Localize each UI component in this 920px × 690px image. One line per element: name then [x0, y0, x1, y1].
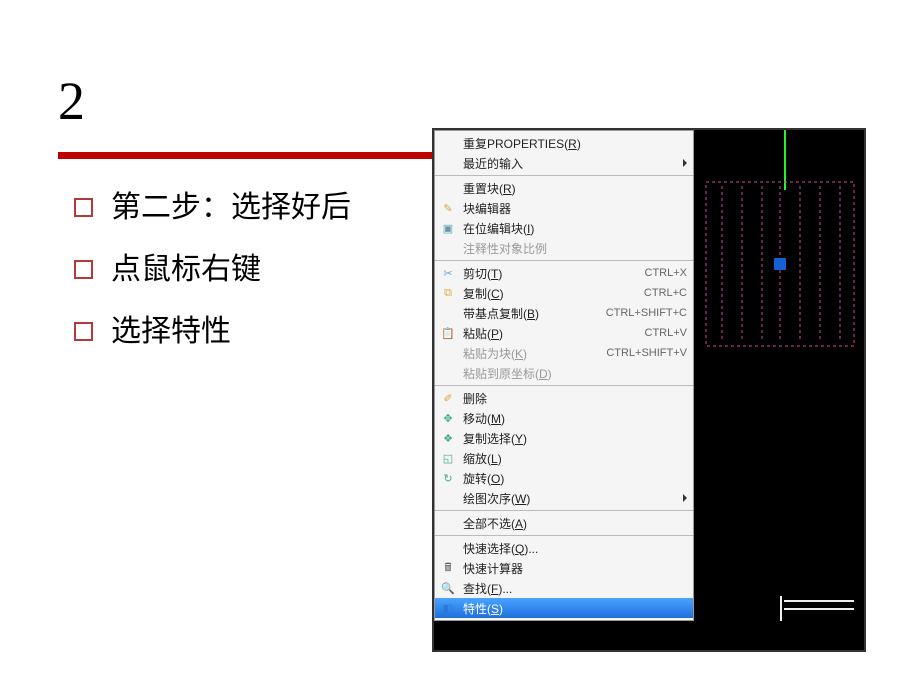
block-edit-icon: ▣	[439, 220, 457, 236]
menu-item-rotate[interactable]: ↻ 旋转(O)	[435, 468, 693, 488]
menu-item-paste-to-original: 粘贴到原坐标(D)	[435, 363, 693, 383]
menu-label: 最近的输入	[463, 155, 687, 172]
menu-item-copy-selection[interactable]: ❖ 复制选择(Y)	[435, 428, 693, 448]
slide-title: 2	[58, 70, 85, 132]
menu-item-delete[interactable]: ✐ 删除	[435, 388, 693, 408]
drawing-lines-bottom	[784, 600, 854, 640]
bullet-marker-icon	[74, 322, 93, 341]
menu-label: 全部不选(A)	[463, 515, 687, 532]
bullet-item: 第二步：选择好后	[74, 182, 351, 226]
copy-selection-icon: ❖	[439, 430, 457, 446]
menu-label: 粘贴为块(K)	[463, 345, 606, 362]
bullet-text: 第二步：选择好后	[111, 182, 351, 226]
calculator-icon: 🖩	[439, 560, 457, 576]
menu-item-find[interactable]: 🔍 查找(F)...	[435, 578, 693, 598]
menu-item-quick-calculator[interactable]: 🖩 快速计算器	[435, 558, 693, 578]
blank-icon	[439, 490, 457, 506]
menu-label: 在位编辑块(I)	[463, 220, 687, 237]
context-menu[interactable]: 重复PROPERTIES(R) 最近的输入 重置块(R) ✎ 块编辑器 ▣ 在位…	[434, 130, 694, 621]
blank-icon	[439, 540, 457, 556]
menu-item-repeat[interactable]: 重复PROPERTIES(R)	[435, 133, 693, 153]
move-icon: ✥	[439, 410, 457, 426]
menu-label: 删除	[463, 390, 687, 407]
menu-item-draw-order[interactable]: 绘图次序(W)	[435, 488, 693, 508]
copy-icon: ⧉	[439, 285, 457, 301]
properties-icon: ◧	[439, 600, 457, 616]
blank-icon	[439, 135, 457, 151]
menu-item-paste[interactable]: 📋 粘贴(P) CTRL+V	[435, 323, 693, 343]
shortcut: CTRL+SHIFT+C	[606, 307, 687, 319]
menu-item-quick-select[interactable]: 快速选择(Q)...	[435, 538, 693, 558]
submenu-arrow-icon	[683, 494, 687, 502]
menu-item-properties[interactable]: ◧ 特性(S)	[435, 598, 693, 618]
scale-icon: ◱	[439, 450, 457, 466]
menu-label: 复制(C)	[463, 285, 644, 302]
blank-icon	[439, 365, 457, 381]
shortcut: CTRL+V	[645, 327, 688, 339]
menu-label: 块编辑器	[463, 200, 687, 217]
blank-icon	[439, 155, 457, 171]
menu-item-reset-block[interactable]: 重置块(R)	[435, 178, 693, 198]
find-icon: 🔍	[439, 580, 457, 596]
menu-label: 特性(S)	[463, 600, 687, 617]
menu-label: 快速选择(Q)...	[463, 540, 687, 557]
menu-item-edit-block-inplace[interactable]: ▣ 在位编辑块(I)	[435, 218, 693, 238]
menu-label: 剪切(T)	[463, 265, 645, 282]
bullet-text: 选择特性	[111, 306, 231, 350]
eraser-icon: ✐	[439, 390, 457, 406]
scissors-icon: ✂	[439, 265, 457, 281]
menu-item-copy[interactable]: ⧉ 复制(C) CTRL+C	[435, 283, 693, 303]
menu-label: 旋转(O)	[463, 470, 687, 487]
cad-screenshot: 重复PROPERTIES(R) 最近的输入 重置块(R) ✎ 块编辑器 ▣ 在位…	[432, 128, 866, 652]
bullet-marker-icon	[74, 198, 93, 217]
menu-label: 注释性对象比例	[463, 240, 687, 257]
blank-icon	[439, 345, 457, 361]
bullet-marker-icon	[74, 260, 93, 279]
blank-icon	[439, 180, 457, 196]
menu-label: 粘贴(P)	[463, 325, 645, 342]
bullet-list: 第二步：选择好后 点鼠标右键 选择特性	[74, 182, 351, 368]
menu-item-scale[interactable]: ◱ 缩放(L)	[435, 448, 693, 468]
menu-item-move[interactable]: ✥ 移动(M)	[435, 408, 693, 428]
blank-icon	[439, 240, 457, 256]
menu-item-cut[interactable]: ✂ 剪切(T) CTRL+X	[435, 263, 693, 283]
menu-label: 复制选择(Y)	[463, 430, 687, 447]
bullet-text: 点鼠标右键	[111, 244, 261, 288]
bullet-item: 选择特性	[74, 306, 351, 350]
menu-label: 快速计算器	[463, 560, 687, 577]
submenu-arrow-icon	[683, 159, 687, 167]
menu-item-copy-with-basepoint[interactable]: 带基点复制(B) CTRL+SHIFT+C	[435, 303, 693, 323]
paste-icon: 📋	[439, 325, 457, 341]
shortcut: CTRL+C	[644, 287, 687, 299]
cad-drawing	[704, 180, 856, 348]
shortcut: CTRL+SHIFT+V	[606, 347, 687, 359]
menu-label: 缩放(L)	[463, 450, 687, 467]
menu-label: 重复PROPERTIES(R)	[463, 135, 687, 152]
menu-item-deselect-all[interactable]: 全部不选(A)	[435, 513, 693, 533]
menu-item-paste-as-block: 粘贴为块(K) CTRL+SHIFT+V	[435, 343, 693, 363]
blank-icon	[439, 515, 457, 531]
bullet-item: 点鼠标右键	[74, 244, 351, 288]
shortcut: CTRL+X	[645, 267, 688, 279]
blank-icon	[439, 305, 457, 321]
pencil-icon: ✎	[439, 200, 457, 216]
menu-label: 移动(M)	[463, 410, 687, 427]
menu-label: 重置块(R)	[463, 180, 687, 197]
rotate-icon: ↻	[439, 470, 457, 486]
menu-item-block-editor[interactable]: ✎ 块编辑器	[435, 198, 693, 218]
menu-label: 粘贴到原坐标(D)	[463, 365, 687, 382]
menu-label: 查找(F)...	[463, 580, 687, 597]
menu-item-annotation-scale: 注释性对象比例	[435, 238, 693, 258]
menu-item-recent-input[interactable]: 最近的输入	[435, 153, 693, 173]
menu-label: 绘图次序(W)	[463, 490, 687, 507]
menu-label: 带基点复制(B)	[463, 305, 606, 322]
